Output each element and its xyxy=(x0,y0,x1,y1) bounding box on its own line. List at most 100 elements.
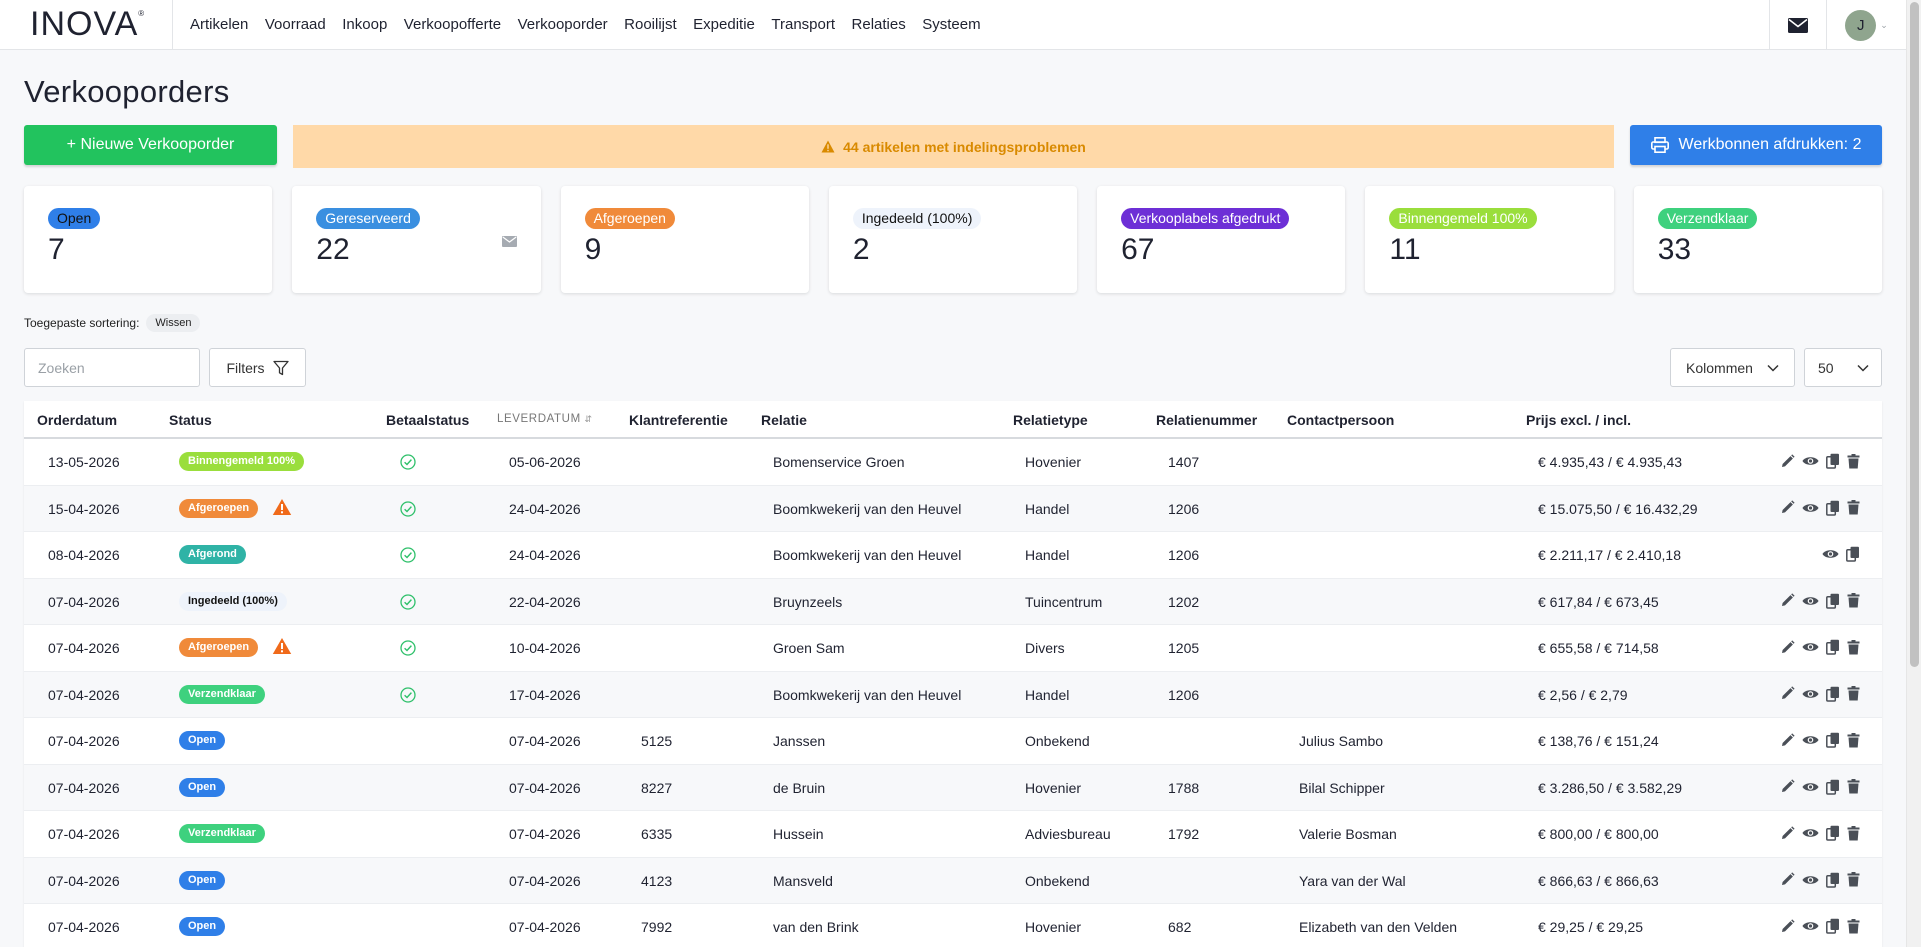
allocation-warning-banner[interactable]: 44 artikelen met indelingsproblemen xyxy=(293,125,1614,168)
delete-icon[interactable] xyxy=(1847,686,1860,701)
messages-button[interactable] xyxy=(1769,0,1826,50)
status-badge: Ingedeeld (100%) xyxy=(179,591,287,611)
copy-icon[interactable] xyxy=(1826,825,1840,841)
status-cards: Open 7 Gereserveerd 22 Afgeroepen 9 Ingedeeld … xyxy=(24,186,1882,293)
col-klantreferentie[interactable]: Klantreferentie xyxy=(629,412,728,428)
nav-item[interactable]: Systeem xyxy=(922,16,980,33)
edit-icon[interactable] xyxy=(1780,593,1795,608)
nav-item[interactable]: Verkoopofferte xyxy=(404,16,501,33)
view-icon[interactable] xyxy=(1822,548,1839,560)
nav-item[interactable]: Expeditie xyxy=(693,16,755,33)
col-status[interactable]: Status xyxy=(169,412,212,428)
edit-icon[interactable] xyxy=(1780,453,1795,469)
nav-item[interactable]: Rooilijst xyxy=(624,16,677,33)
user-menu[interactable]: J ⌄ xyxy=(1826,0,1906,50)
nav-item[interactable]: Verkooporder xyxy=(518,16,608,33)
col-relatietype[interactable]: Relatietype xyxy=(1013,412,1088,428)
table-row[interactable]: 07-04-2026 Open 07-04-2026 8227 de Bruin Hove… xyxy=(24,764,1882,811)
columns-dropdown[interactable]: Kolommen xyxy=(1670,348,1795,387)
edit-icon[interactable] xyxy=(1780,639,1795,655)
col-leverdatum[interactable]: LEVERDATUM ⇵ xyxy=(497,413,593,425)
col-relatienummer[interactable]: Relatienummer xyxy=(1156,412,1257,428)
table-row[interactable]: 07-04-2026 Open 07-04-2026 7992 van den Brin… xyxy=(24,904,1882,947)
nav-item[interactable]: Transport xyxy=(771,16,835,33)
status-card[interactable]: Ingedeeld (100%) 2 xyxy=(828,186,1078,293)
edit-icon[interactable] xyxy=(1780,500,1795,515)
delete-icon[interactable] xyxy=(1847,639,1860,655)
cell-contactpersoon: Elizabeth van den Velden xyxy=(1299,919,1458,935)
cell-relatie: Groen Sam xyxy=(773,640,845,656)
col-prijs[interactable]: Prijs excl. / incl. xyxy=(1526,412,1631,428)
status-card[interactable]: Afgeroepen 9 xyxy=(560,186,809,293)
table-row[interactable]: 07-04-2026 Verzendklaar 17-04-2026 Boomkwek… xyxy=(24,671,1882,718)
copy-icon[interactable] xyxy=(1826,732,1840,748)
nav-item[interactable]: Relaties xyxy=(852,16,906,33)
warning-icon[interactable] xyxy=(272,637,292,658)
filters-button[interactable]: Filters xyxy=(209,348,306,387)
delete-icon[interactable] xyxy=(1847,825,1860,841)
table-row[interactable]: 08-04-2026 Afgerond 24-04-2026 Boomkwekerij… xyxy=(24,532,1882,579)
table-row[interactable]: 07-04-2026 Open 07-04-2026 5125 Janssen Onbek… xyxy=(24,718,1882,765)
new-sales-order-button[interactable]: + Nieuwe Verkooporder xyxy=(24,125,277,165)
nav-item[interactable]: Voorraad xyxy=(265,16,326,33)
scrollbar-thumb[interactable] xyxy=(1910,2,1919,667)
delete-icon[interactable] xyxy=(1847,500,1860,515)
col-contactpersoon[interactable]: Contactpersoon xyxy=(1287,412,1394,428)
nav-item[interactable]: Inkoop xyxy=(342,16,387,33)
edit-icon[interactable] xyxy=(1780,779,1795,794)
view-icon[interactable] xyxy=(1802,827,1819,839)
copy-icon[interactable] xyxy=(1826,639,1840,655)
edit-icon[interactable] xyxy=(1780,686,1795,701)
copy-icon[interactable] xyxy=(1826,918,1840,934)
view-icon[interactable] xyxy=(1802,874,1819,886)
col-betaalstatus[interactable]: Betaalstatus xyxy=(386,412,469,428)
edit-icon[interactable] xyxy=(1780,872,1795,887)
view-icon[interactable] xyxy=(1802,920,1819,932)
view-icon[interactable] xyxy=(1802,781,1819,793)
view-icon[interactable] xyxy=(1802,595,1819,607)
edit-icon[interactable] xyxy=(1780,918,1795,934)
col-orderdatum[interactable]: Orderdatum xyxy=(37,412,117,428)
delete-icon[interactable] xyxy=(1847,918,1860,934)
copy-icon[interactable] xyxy=(1826,593,1840,609)
status-card[interactable]: Verzendklaar 33 xyxy=(1633,186,1882,293)
delete-icon[interactable] xyxy=(1847,779,1860,794)
nav-item[interactable]: Artikelen xyxy=(190,16,248,33)
delete-icon[interactable] xyxy=(1847,593,1860,608)
table-row[interactable]: 07-04-2026 Ingedeeld (100%) 22-04-2026 Bruy… xyxy=(24,578,1882,625)
view-icon[interactable] xyxy=(1802,641,1819,653)
status-card[interactable]: Verkooplabels afgedrukt 67 xyxy=(1097,186,1346,293)
view-icon[interactable] xyxy=(1802,688,1819,700)
copy-icon[interactable] xyxy=(1826,500,1840,516)
status-card[interactable]: Binnengemeld 100% 11 xyxy=(1365,186,1614,293)
copy-icon[interactable] xyxy=(1826,453,1840,469)
delete-icon[interactable] xyxy=(1847,732,1860,748)
table-row[interactable]: 13-05-2026 Binnengemeld 100% 05-06-2026 Bom… xyxy=(24,439,1882,486)
status-card[interactable]: Open 7 xyxy=(24,186,273,293)
col-relatie[interactable]: Relatie xyxy=(761,412,807,428)
status-card[interactable]: Gereserveerd 22 xyxy=(292,186,541,293)
envelope-icon[interactable] xyxy=(501,236,517,247)
view-icon[interactable] xyxy=(1802,502,1819,514)
table-row[interactable]: 07-04-2026 Verzendklaar 07-04-2026 6335 Huss… xyxy=(24,811,1882,858)
clear-sorting-chip[interactable]: Wissen xyxy=(146,314,201,332)
print-workorders-button[interactable]: Werkbonnen afdrukken: 2 xyxy=(1630,125,1882,165)
table-row[interactable]: 07-04-2026 Afgeroepen 10-04-2026 Groen Sam D… xyxy=(24,625,1882,672)
view-icon[interactable] xyxy=(1802,455,1819,467)
table-row[interactable]: 15-04-2026 Afgeroepen 24-04-2026 Boomkweker… xyxy=(24,485,1882,532)
copy-icon[interactable] xyxy=(1826,686,1840,702)
edit-icon[interactable] xyxy=(1780,732,1795,748)
page-scrollbar[interactable] xyxy=(1906,0,1921,947)
view-icon[interactable] xyxy=(1802,734,1819,746)
table-row[interactable]: 07-04-2026 Open 07-04-2026 4123 Mansveld Onbe… xyxy=(24,857,1882,904)
page-size-select[interactable]: 50 xyxy=(1804,348,1882,387)
delete-icon[interactable] xyxy=(1847,453,1860,469)
copy-icon[interactable] xyxy=(1826,872,1840,888)
logo[interactable]: INOVA® xyxy=(0,0,173,50)
copy-icon[interactable] xyxy=(1826,779,1840,795)
search-input[interactable] xyxy=(24,348,200,387)
edit-icon[interactable] xyxy=(1780,825,1795,841)
copy-icon[interactable] xyxy=(1846,546,1860,562)
warning-icon[interactable] xyxy=(272,498,292,519)
delete-icon[interactable] xyxy=(1847,872,1860,887)
